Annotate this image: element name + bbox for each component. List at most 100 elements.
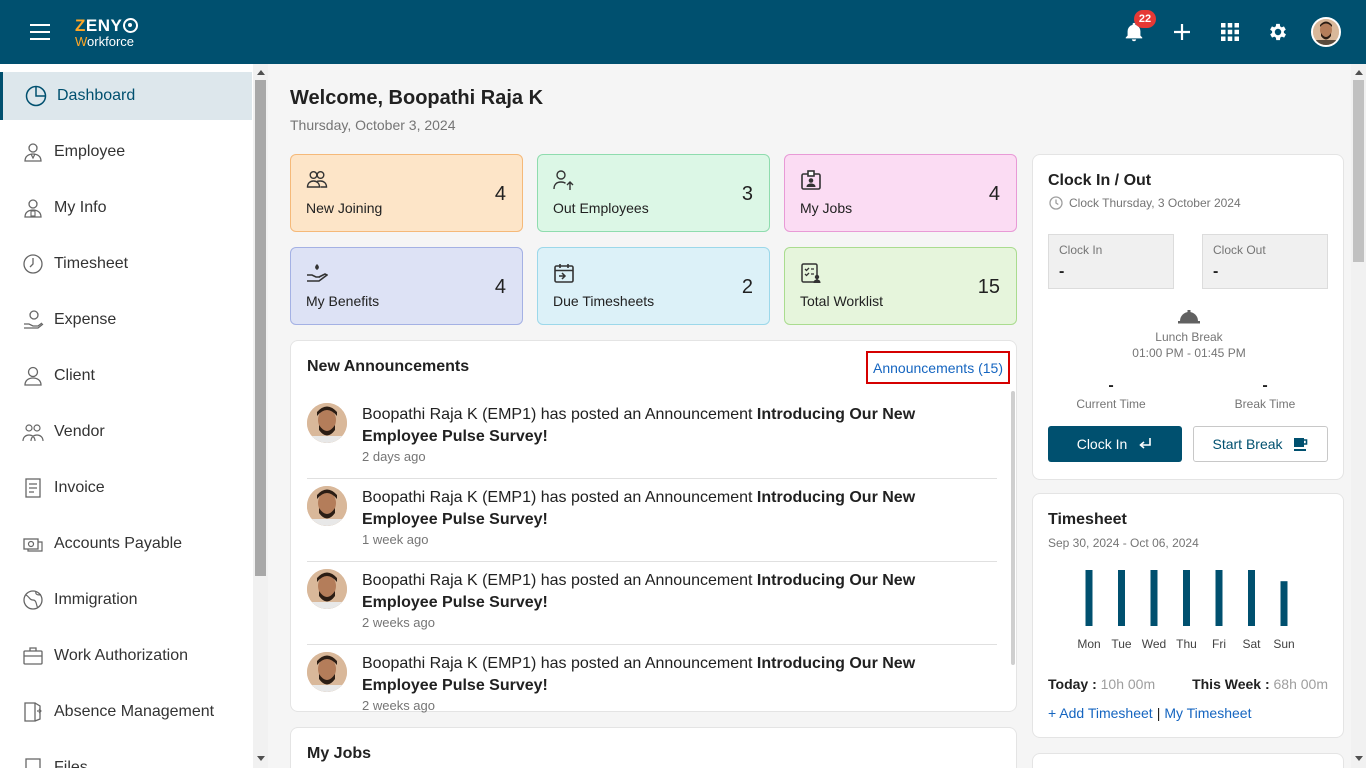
bar-tue[interactable] [1118,570,1125,626]
sidebar-item-my-info[interactable]: My Info [0,184,252,232]
announcement-item[interactable]: Boopathi Raja K (EMP1) has posted an Ann… [307,396,997,479]
bar-thu[interactable] [1183,570,1190,626]
break-time-label: Break Time [1234,397,1296,411]
page-date: Thursday, October 3, 2024 [290,117,456,133]
stat-value: 4 [494,183,506,205]
avatar[interactable] [1311,17,1341,47]
announcement-time: 1 week ago [362,532,429,547]
tick-label-tue: Tue [1111,637,1132,651]
clock-icon [1049,196,1063,210]
stat-card-my-jobs[interactable]: My Jobs 4 [784,154,1017,232]
announcement-item[interactable]: Boopathi Raja K (EMP1) has posted an Ann… [307,562,997,645]
bar-fri[interactable] [1215,570,1223,626]
lunch-break-label: Lunch Break [1155,330,1223,344]
gear-icon[interactable] [1264,18,1292,46]
stat-card-total-worklist[interactable]: Total Worklist 15 [784,247,1017,325]
expense-icon [22,309,44,331]
stat-label: Out Employees [553,200,649,216]
avatar [307,403,347,443]
tick-label-wed: Wed [1142,637,1166,651]
sidebar-item-work-authorization[interactable]: Work Authorization [0,632,252,680]
avatar [307,652,347,692]
clock-icon [22,253,44,275]
page-title: Welcome, Boopathi Raja K [290,87,544,109]
week-summary: This Week : 68h 00m [1192,676,1328,692]
tick-label-mon: Mon [1077,637,1100,651]
sidebar-item-label: Employee [54,143,126,160]
stat-card-my-benefits[interactable]: My Benefits 4 [290,247,523,325]
main-scroll-up-arrow[interactable] [1355,70,1363,75]
sidebar-item-timesheet[interactable]: Timesheet [0,240,252,288]
announcement-item[interactable]: Boopathi Raja K (EMP1) has posted an Ann… [307,645,997,728]
main-scrollbar-thumb[interactable] [1353,80,1364,262]
sidebar-item-client[interactable]: Client [0,352,252,400]
sidebar-item-expense[interactable]: Expense [0,296,252,344]
invoice-icon [22,477,44,499]
start-break-button[interactable]: Start Break [1193,426,1328,462]
apps-grid-icon[interactable] [1216,18,1244,46]
my-timesheet-link[interactable]: My Timesheet [1164,705,1251,721]
sidebar-item-label: Files [54,759,88,768]
sidebar-item-files[interactable]: Files [0,744,252,768]
lunch-bell-icon [1178,308,1200,329]
badge-icon [800,169,822,191]
clock-in-button[interactable]: Clock In [1048,426,1182,462]
benefits-icon [306,262,329,284]
sidebar-item-employee[interactable]: Employee [0,128,252,176]
sidebar-item-label: Client [54,367,95,384]
add-timesheet-link[interactable]: + Add Timesheet [1048,705,1153,721]
stat-value: 3 [741,183,753,205]
stat-value: 4 [988,183,1000,205]
menu-icon[interactable] [30,24,50,40]
sidebar-scrollbar-thumb[interactable] [255,80,266,576]
top-bar: Z ENY Workforce 22 [0,0,1366,64]
current-time-value: - [1108,377,1114,394]
stat-label: My Jobs [800,200,853,216]
scroll-up-arrow[interactable] [257,70,265,75]
timesheet-title: Timesheet [1048,511,1127,528]
sidebar-item-immigration[interactable]: Immigration [0,576,252,624]
bar-mon[interactable] [1085,570,1093,626]
announcements-card: New Announcements Announcements (15) Boo… [290,340,1017,713]
stat-card-new-joining[interactable]: New Joining 4 [290,154,523,232]
enter-icon [1139,438,1152,449]
stat-card-out-employees[interactable]: Out Employees 3 [537,154,770,232]
scroll-down-arrow[interactable] [257,756,265,761]
my-info-icon [22,197,44,219]
tick-label-fri: Fri [1212,637,1226,651]
clock-in-box: Clock In - [1048,234,1174,289]
bar-wed[interactable] [1150,570,1158,626]
stat-label: New Joining [306,200,383,216]
worklist-icon [800,262,822,284]
calendar-icon [553,262,575,284]
stat-card-due-timesheets[interactable]: Due Timesheets 2 [537,247,770,325]
sidebar-item-vendor[interactable]: Vendor [0,408,252,456]
announcement-item[interactable]: Boopathi Raja K (EMP1) has posted an Ann… [307,479,997,562]
main-scroll-down-arrow[interactable] [1355,756,1363,761]
announcements-link[interactable]: Announcements (15) [866,351,1010,384]
group-icon [306,169,328,191]
timesheet-card: Timesheet Sep 30, 2024 - Oct 06, 2024 Mo… [1032,493,1344,738]
sidebar-item-accounts-payable[interactable]: Accounts Payable [0,520,252,568]
files-icon [22,757,44,768]
bar-sun[interactable] [1280,581,1288,626]
bar-sat[interactable] [1248,570,1255,626]
stat-label: Due Timesheets [553,293,655,309]
client-icon [22,365,44,387]
announcements-title: New Announcements [307,358,470,375]
announcements-scrollbar[interactable] [1011,391,1015,665]
stat-label: Total Worklist [800,293,883,309]
stat-label: My Benefits [306,293,380,309]
absence-icon [22,701,44,723]
vendor-icon [22,421,44,443]
tick-label-sat: Sat [1242,637,1261,651]
sidebar-item-dashboard[interactable]: Dashboard [0,72,252,120]
sidebar-item-absence-management[interactable]: Absence Management [0,688,252,736]
sidebar-item-label: Timesheet [54,255,129,272]
logo[interactable]: Z ENY Workforce [75,17,139,48]
announcement-time: 2 weeks ago [362,698,435,713]
avatar [307,486,347,526]
plus-icon[interactable] [1168,18,1196,46]
stat-value: 2 [741,276,753,298]
sidebar-item-invoice[interactable]: Invoice [0,464,252,512]
